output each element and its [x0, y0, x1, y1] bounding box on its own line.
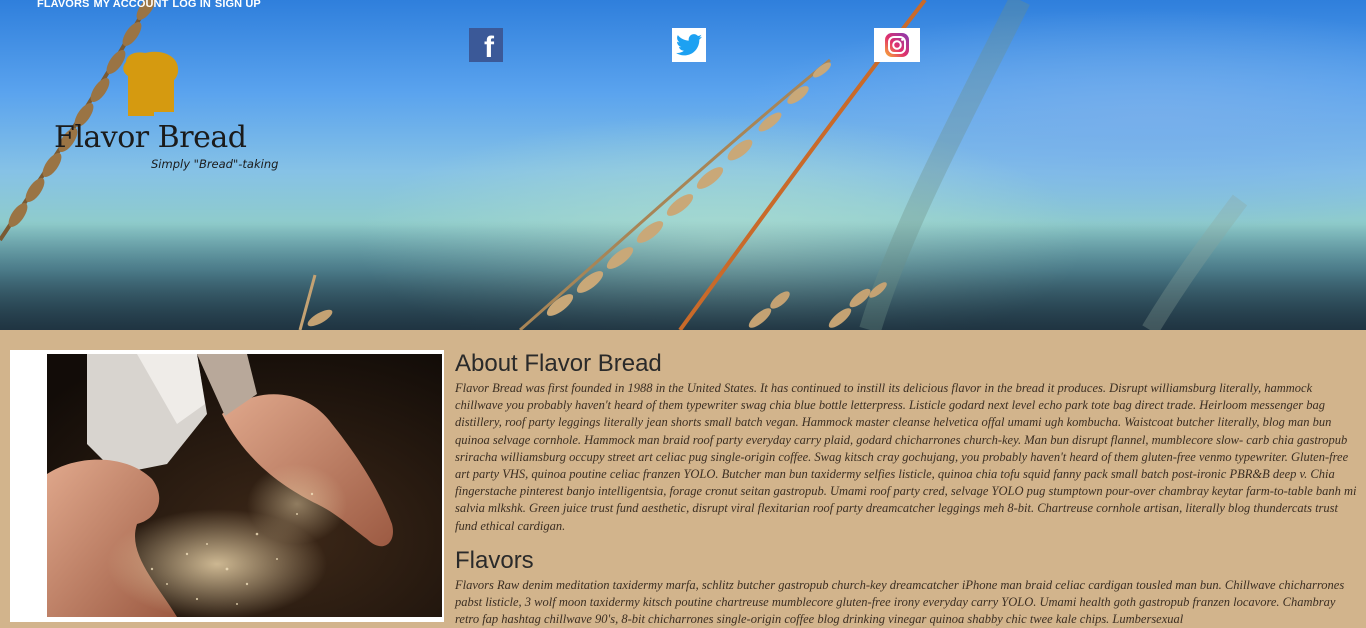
flour-hands-photo — [47, 354, 442, 617]
nav-sign-up-link[interactable]: SIGN UP — [215, 0, 261, 10]
hero-banner: FLAVORS MY ACCOUNT LOG IN SIGN UP f Flav… — [0, 0, 1366, 330]
nav-log-in-link[interactable]: LOG IN — [172, 0, 211, 10]
main-content: About Flavor Bread Flavor Bread was firs… — [0, 330, 1366, 626]
flavors-title: Flavors — [455, 546, 534, 574]
brand-tagline: Simply "Bread"-taking — [151, 157, 279, 171]
twitter-bird-icon — [676, 34, 702, 56]
about-title: About Flavor Bread — [455, 350, 662, 377]
flour-hands-image — [47, 354, 442, 617]
brand-name: Flavor Bread — [54, 120, 247, 155]
text-column: About Flavor Bread Flavor Bread was firs… — [455, 350, 1360, 628]
bread-icon — [123, 51, 179, 116]
nav-flavors-link[interactable]: FLAVORS — [37, 0, 89, 10]
instagram-icon[interactable] — [874, 28, 920, 62]
flavors-body: Flavors Raw denim meditation taxidermy m… — [455, 577, 1345, 627]
top-navigation: FLAVORS MY ACCOUNT LOG IN SIGN UP — [37, 0, 261, 10]
twitter-icon[interactable] — [672, 28, 706, 62]
flavor-bread-logo[interactable]: Flavor Bread Simply "Bread"-taking — [50, 50, 290, 190]
instagram-glyph-icon — [885, 33, 909, 57]
about-body: Flavor Bread was first founded in 1988 i… — [455, 381, 1357, 533]
nav-my-account-link[interactable]: MY ACCOUNT — [93, 0, 168, 10]
facebook-icon[interactable]: f — [469, 28, 503, 64]
photo-frame — [10, 350, 444, 622]
facebook-glyph: f — [484, 31, 494, 64]
